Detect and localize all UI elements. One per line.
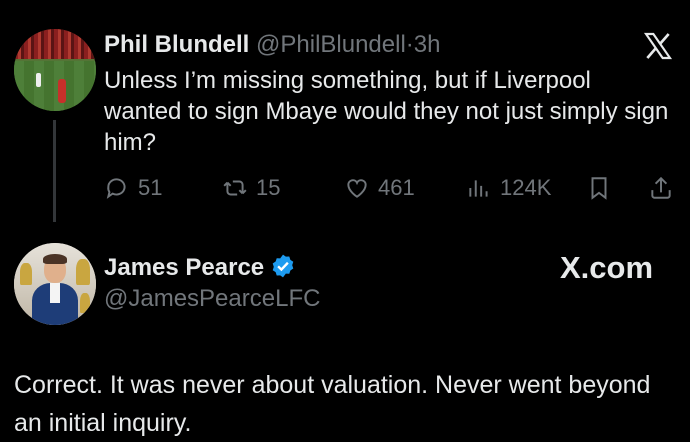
tweet2-author-handle[interactable]: @JamesPearceLFC bbox=[104, 285, 320, 313]
share-button[interactable] bbox=[648, 174, 674, 202]
avatar-phil-blundell[interactable] bbox=[14, 29, 96, 111]
bookmark-button[interactable] bbox=[586, 174, 612, 202]
tweet1-author-name[interactable]: Phil Blundell bbox=[104, 31, 249, 58]
reply-button[interactable]: 51 bbox=[104, 174, 162, 202]
like-icon bbox=[347, 179, 367, 198]
bookmark-icon bbox=[591, 177, 607, 200]
x-logo-icon[interactable] bbox=[642, 30, 674, 62]
reply-icon bbox=[106, 178, 126, 199]
reply-count: 51 bbox=[138, 175, 163, 200]
views-count: 124K bbox=[500, 175, 552, 200]
tweet1-timestamp[interactable]: 3h bbox=[414, 31, 441, 58]
retweet-count: 15 bbox=[256, 175, 281, 200]
like-button[interactable]: 461 bbox=[344, 174, 415, 202]
verified-badge-icon bbox=[272, 254, 294, 278]
tweet2-author-name-row: James Pearce bbox=[104, 253, 296, 282]
views-button[interactable]: 124K bbox=[466, 174, 551, 202]
tweet2-author-name[interactable]: James Pearce bbox=[104, 254, 264, 281]
avatar-james-pearce[interactable] bbox=[14, 243, 96, 325]
tweet1-author-handle[interactable]: @PhilBlundell bbox=[256, 31, 406, 58]
tweet1-text: Unless I’m missing something, but if Liv… bbox=[104, 67, 669, 156]
like-count: 461 bbox=[378, 175, 415, 200]
tweet1-separator: · bbox=[405, 31, 414, 58]
views-icon bbox=[469, 180, 488, 197]
share-icon bbox=[651, 176, 671, 199]
xcom-watermark: X.com bbox=[560, 250, 654, 285]
thread-connector-line bbox=[53, 120, 56, 222]
tweet2-text: Correct. It was never about valuation. N… bbox=[14, 371, 651, 437]
tweet1-header: Phil Blundell @PhilBlundell·3h bbox=[104, 31, 441, 59]
retweet-icon bbox=[223, 180, 247, 196]
retweet-button[interactable]: 15 bbox=[222, 174, 280, 202]
